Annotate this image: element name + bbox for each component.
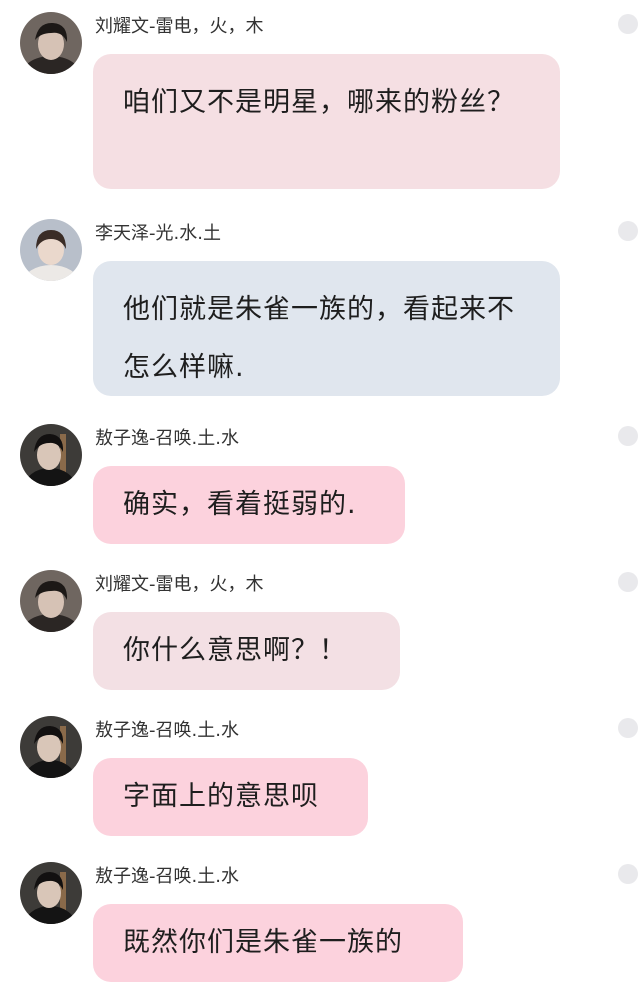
status-dot bbox=[618, 14, 638, 34]
avatar[interactable] bbox=[20, 862, 82, 924]
avatar[interactable] bbox=[20, 570, 82, 632]
avatar[interactable] bbox=[20, 219, 82, 281]
message-text: 字面上的意思呗 bbox=[123, 781, 319, 812]
status-dot bbox=[618, 718, 638, 738]
status-dot bbox=[618, 572, 638, 592]
message-bubble[interactable]: 既然你们是朱雀一族的 bbox=[93, 904, 463, 982]
avatar[interactable] bbox=[20, 424, 82, 486]
sender-name: 刘耀文-雷电，火，木 bbox=[95, 574, 264, 595]
status-dot bbox=[618, 864, 638, 884]
message-bubble[interactable]: 确实，看着挺弱的. bbox=[93, 466, 405, 544]
message-text: 咱们又不是明星，哪来的粉丝？ bbox=[123, 87, 515, 118]
message-bubble[interactable]: 你什么意思啊？！ bbox=[93, 612, 400, 690]
sender-name: 敖子逸-召唤.土.水 bbox=[95, 428, 239, 449]
sender-name: 敖子逸-召唤.土.水 bbox=[95, 866, 239, 887]
sender-name: 李天泽-光.水.土 bbox=[95, 223, 221, 244]
message-bubble[interactable]: 字面上的意思呗 bbox=[93, 758, 368, 836]
status-dot bbox=[618, 426, 638, 446]
message-bubble[interactable]: 咱们又不是明星，哪来的粉丝？ bbox=[93, 54, 560, 189]
sender-name: 敖子逸-召唤.土.水 bbox=[95, 720, 239, 741]
message-text: 既然你们是朱雀一族的 bbox=[123, 927, 403, 958]
sender-name: 刘耀文-雷电，火，木 bbox=[95, 16, 264, 37]
message-bubble[interactable]: 他们就是朱雀一族的，看起来不怎么样嘛. bbox=[93, 261, 560, 396]
message-text: 确实，看着挺弱的. bbox=[123, 489, 357, 520]
message-text: 他们就是朱雀一族的，看起来不怎么样嘛. bbox=[123, 294, 515, 383]
avatar[interactable] bbox=[20, 12, 82, 74]
message-text: 你什么意思啊？！ bbox=[123, 635, 347, 666]
avatar[interactable] bbox=[20, 716, 82, 778]
status-dot bbox=[618, 221, 638, 241]
